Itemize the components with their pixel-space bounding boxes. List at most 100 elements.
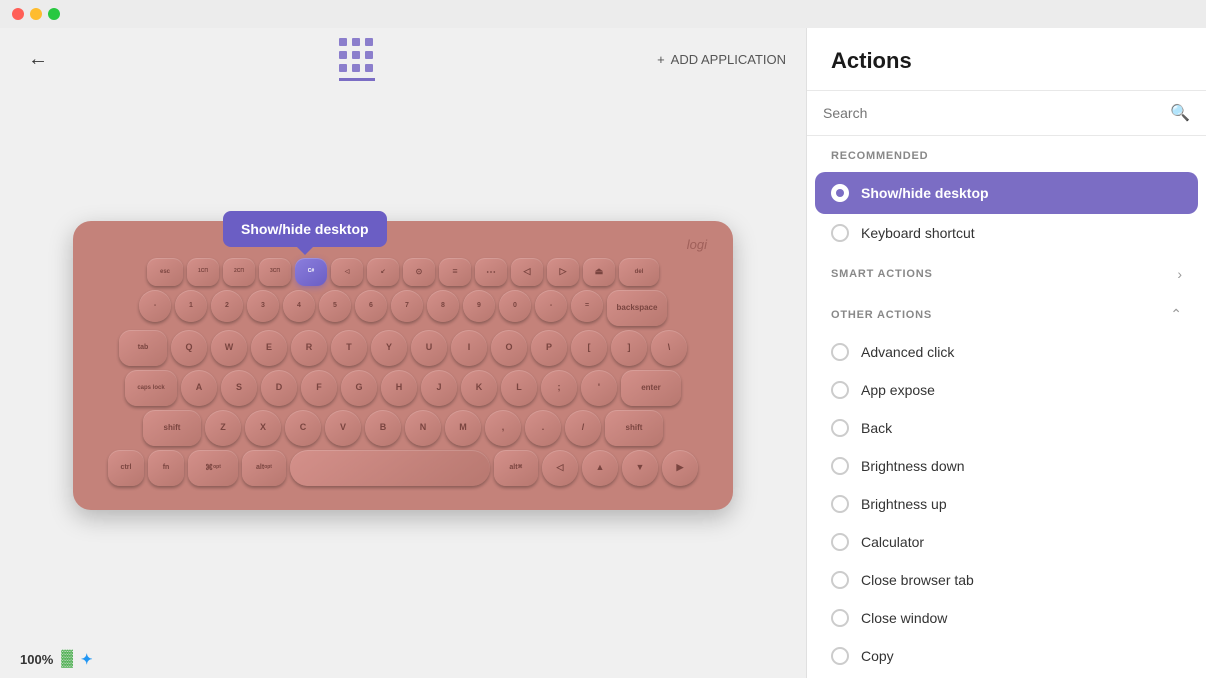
radio-show-hide-desktop	[831, 184, 849, 202]
key-shift-left[interactable]: shift	[143, 410, 201, 446]
key-f6[interactable]: ↙	[367, 258, 399, 286]
key-f7[interactable]: ⊙	[403, 258, 435, 286]
key-8[interactable]: 8	[427, 290, 459, 322]
key-capslock[interactable]: caps lock	[125, 370, 177, 406]
key-enter[interactable]: enter	[621, 370, 681, 406]
key-del[interactable]: del	[619, 258, 659, 286]
key-d[interactable]: D	[261, 370, 297, 406]
action-calculator[interactable]: Calculator	[807, 523, 1206, 561]
key-f[interactable]: F	[301, 370, 337, 406]
key-t[interactable]: T	[331, 330, 367, 366]
key-f5[interactable]: ◁	[331, 258, 363, 286]
key-arrow-up[interactable]: ▲	[582, 450, 618, 486]
key-f4[interactable]: C#	[295, 258, 327, 286]
key-r[interactable]: R	[291, 330, 327, 366]
key-0[interactable]: 0	[499, 290, 531, 322]
key-backslash[interactable]: \	[651, 330, 687, 366]
key-comma[interactable]: ,	[485, 410, 521, 446]
key-c[interactable]: C	[285, 410, 321, 446]
key-space[interactable]	[290, 450, 490, 486]
key-f9[interactable]: ⋯	[475, 258, 507, 286]
action-brightness-down[interactable]: Brightness down	[807, 447, 1206, 485]
action-app-expose[interactable]: App expose	[807, 371, 1206, 409]
key-s[interactable]: S	[221, 370, 257, 406]
key-backtick[interactable]: -	[139, 290, 171, 322]
key-5[interactable]: 5	[319, 290, 351, 322]
key-q[interactable]: Q	[171, 330, 207, 366]
action-close-window[interactable]: Close window	[807, 599, 1206, 637]
action-label-calculator: Calculator	[861, 534, 924, 550]
key-k[interactable]: K	[461, 370, 497, 406]
key-tab[interactable]: tab	[119, 330, 167, 366]
section-other-actions-header[interactable]: OTHER ACTIONS ⌃	[807, 292, 1206, 333]
key-a[interactable]: A	[181, 370, 217, 406]
back-button[interactable]: ←	[20, 44, 56, 75]
key-arrow-down[interactable]: ▼	[622, 450, 658, 486]
key-g[interactable]: G	[341, 370, 377, 406]
minimize-button[interactable]	[30, 8, 42, 20]
key-f11[interactable]: ▷	[547, 258, 579, 286]
key-1[interactable]: 1	[175, 290, 207, 322]
key-o[interactable]: O	[491, 330, 527, 366]
key-m[interactable]: M	[445, 410, 481, 446]
key-backspace[interactable]: backspace	[607, 290, 667, 326]
action-keyboard-shortcut[interactable]: Keyboard shortcut	[807, 214, 1206, 252]
key-6[interactable]: 6	[355, 290, 387, 322]
action-close-browser-tab[interactable]: Close browser tab	[807, 561, 1206, 599]
key-u[interactable]: U	[411, 330, 447, 366]
key-f2[interactable]: 2СΠ	[223, 258, 255, 286]
key-shift-right[interactable]: shift	[605, 410, 663, 446]
key-rbracket[interactable]: ]	[611, 330, 647, 366]
key-y[interactable]: Y	[371, 330, 407, 366]
section-recommended-header[interactable]: RECOMMENDED	[807, 136, 1206, 172]
key-l[interactable]: L	[501, 370, 537, 406]
action-back[interactable]: Back	[807, 409, 1206, 447]
key-n[interactable]: N	[405, 410, 441, 446]
key-i[interactable]: I	[451, 330, 487, 366]
key-minus[interactable]: -	[535, 290, 567, 322]
key-b[interactable]: B	[365, 410, 401, 446]
key-w[interactable]: W	[211, 330, 247, 366]
key-fn[interactable]: fn	[148, 450, 184, 486]
key-e[interactable]: E	[251, 330, 287, 366]
key-f12[interactable]: ⏏	[583, 258, 615, 286]
key-f8[interactable]: ≡	[439, 258, 471, 286]
key-cmd-left[interactable]: ⌘opt	[188, 450, 238, 486]
key-z[interactable]: Z	[205, 410, 241, 446]
key-x[interactable]: X	[245, 410, 281, 446]
app-icon-grid[interactable]	[339, 38, 375, 74]
key-alt-left[interactable]: altopt	[242, 450, 286, 486]
maximize-button[interactable]	[48, 8, 60, 20]
section-smart-actions-header[interactable]: SMART ACTIONS ›	[807, 252, 1206, 292]
key-3[interactable]: 3	[247, 290, 279, 322]
search-input[interactable]	[823, 105, 1162, 121]
key-h[interactable]: H	[381, 370, 417, 406]
key-v[interactable]: V	[325, 410, 361, 446]
key-quote[interactable]: '	[581, 370, 617, 406]
key-4[interactable]: 4	[283, 290, 315, 322]
key-slash[interactable]: /	[565, 410, 601, 446]
key-period[interactable]: .	[525, 410, 561, 446]
key-equals[interactable]: =	[571, 290, 603, 322]
close-button[interactable]	[12, 8, 24, 20]
key-alt-right[interactable]: alt⌘	[494, 450, 538, 486]
key-lbracket[interactable]: [	[571, 330, 607, 366]
key-f3[interactable]: 3СΠ	[259, 258, 291, 286]
action-advanced-click[interactable]: Advanced click	[807, 333, 1206, 371]
key-semicolon[interactable]: ;	[541, 370, 577, 406]
key-arrow-right[interactable]: ▶	[662, 450, 698, 486]
key-f10[interactable]: ◁	[511, 258, 543, 286]
key-9[interactable]: 9	[463, 290, 495, 322]
add-application-button[interactable]: + ADD APPLICATION	[657, 52, 786, 67]
key-p[interactable]: P	[531, 330, 567, 366]
key-arrow-left[interactable]: ◁	[542, 450, 578, 486]
key-7[interactable]: 7	[391, 290, 423, 322]
key-f1[interactable]: 1СΠ	[187, 258, 219, 286]
action-brightness-up[interactable]: Brightness up	[807, 485, 1206, 523]
key-2[interactable]: 2	[211, 290, 243, 322]
key-j[interactable]: J	[421, 370, 457, 406]
key-ctrl[interactable]: ctrl	[108, 450, 144, 486]
key-esc[interactable]: esc	[147, 258, 183, 286]
action-copy[interactable]: Copy	[807, 637, 1206, 675]
action-show-hide-desktop[interactable]: Show/hide desktop	[815, 172, 1198, 214]
